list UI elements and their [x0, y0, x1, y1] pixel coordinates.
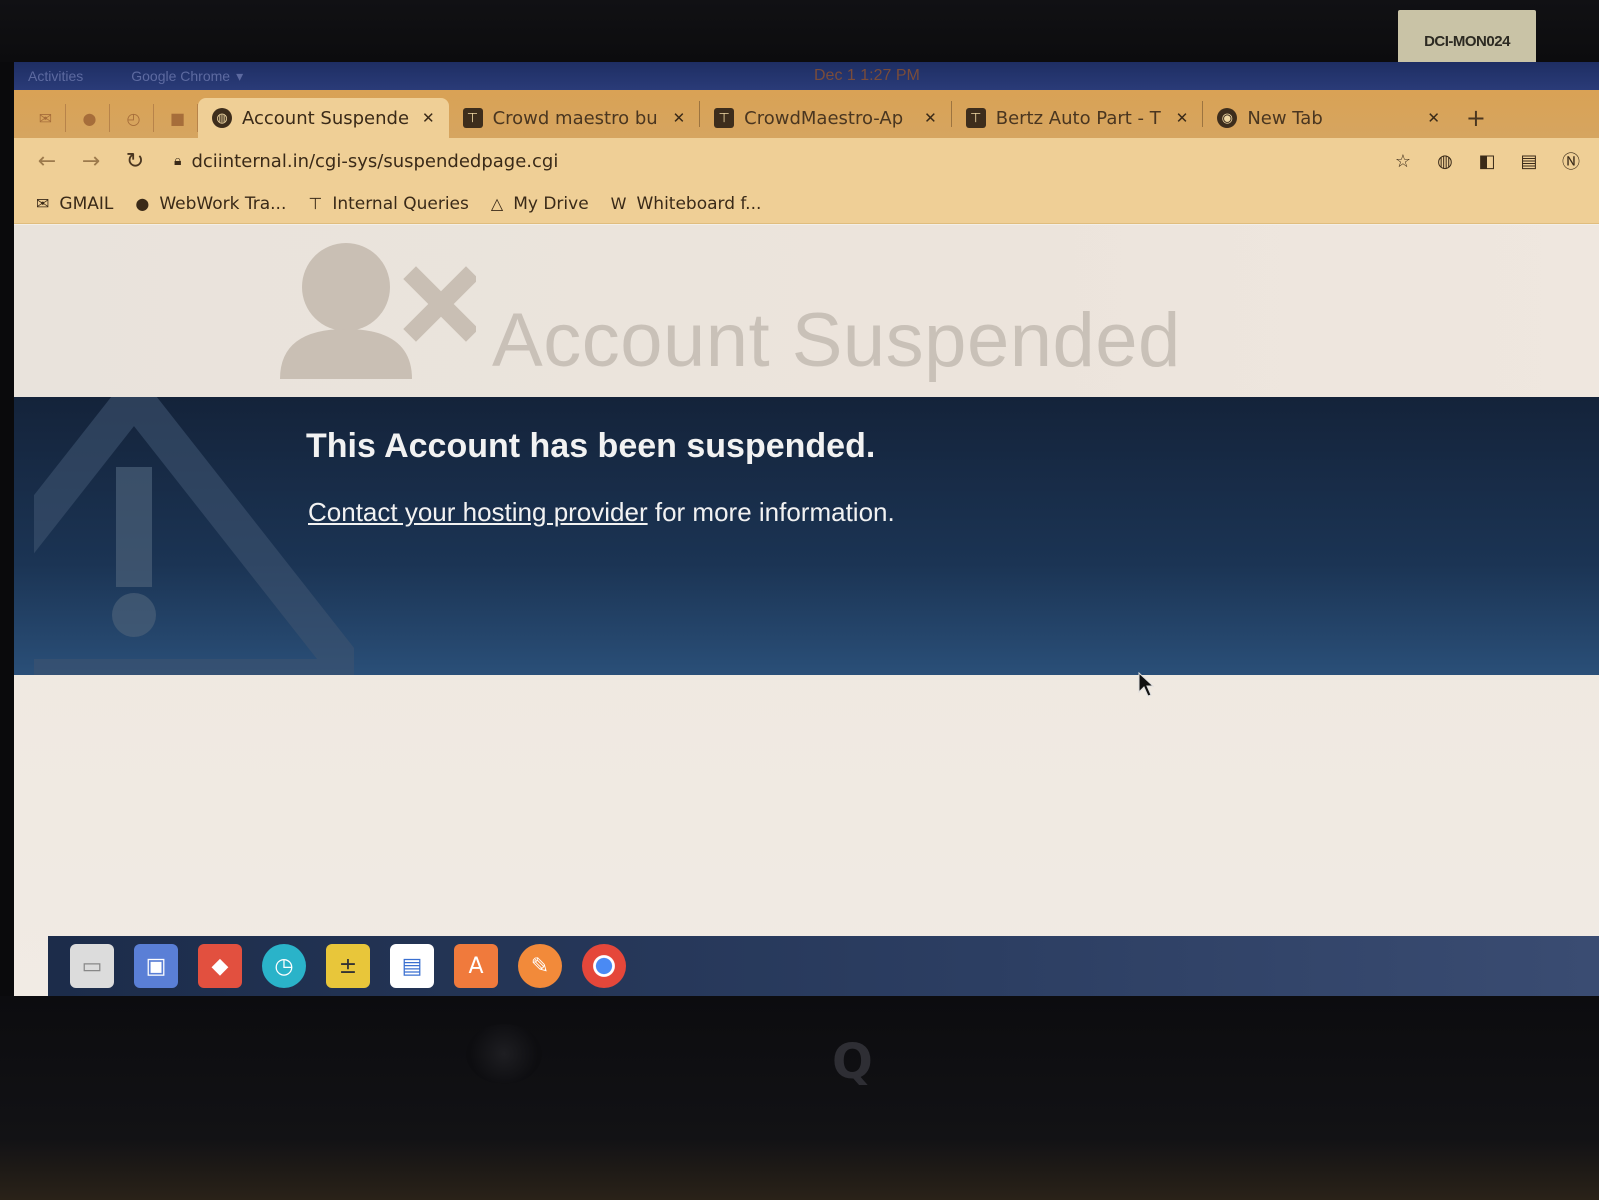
app-menu[interactable]: Google Chrome ▾	[131, 68, 243, 85]
chrome-icon[interactable]	[582, 944, 626, 988]
page-content: Account Suspended This Account has been …	[14, 225, 1599, 1016]
bookmark-label: GMAIL	[59, 193, 114, 214]
monitor-bezel-bottom	[0, 996, 1599, 1200]
screen: Activities Google Chrome ▾ Dec 1 1:27 PM…	[14, 62, 1599, 1016]
info-suffix: for more information.	[647, 497, 895, 527]
document-viewer-icon[interactable]: ▤	[390, 944, 434, 988]
toolbar-actions: ☆ ◍ ◧ ▤ Ⓝ	[1391, 148, 1583, 174]
activities-button[interactable]: Activities	[28, 68, 83, 84]
bookmarks-bar: ✉ GMAIL ● WebWork Tra... ⊤ Internal Quer…	[14, 184, 1599, 224]
drive-icon: △	[490, 194, 504, 213]
suspended-heading: This Account has been suspended.	[306, 427, 876, 465]
bookmark-label: My Drive	[513, 193, 589, 214]
bookmark-my-drive[interactable]: △ My Drive	[491, 194, 589, 214]
calculator-icon[interactable]: ±	[326, 944, 370, 988]
tab-new-tab[interactable]: ◉ New Tab ✕	[1203, 98, 1454, 138]
software-center-icon[interactable]: A	[454, 944, 498, 988]
bookmark-internal-queries[interactable]: ⊤ Internal Queries	[308, 194, 469, 214]
brand-logo: Q	[832, 1034, 873, 1090]
pinned-tab-app[interactable]: ■	[158, 104, 198, 132]
tab-title: CrowdMaestro-Ap	[744, 107, 904, 129]
close-icon[interactable]: ✕	[1427, 109, 1440, 127]
clock-icon: ◴	[126, 108, 141, 128]
tab-strip: ✉ ● ◴ ■ ◍ Account Suspende ✕ ⊤ Crowd mae…	[14, 90, 1599, 138]
tab-account-suspended[interactable]: ◍ Account Suspende ✕	[198, 98, 449, 138]
chevron-down-icon: ▾	[236, 67, 244, 84]
tab-crowdmaestro-app[interactable]: ⊤ CrowdMaestro-Ap ✕	[700, 98, 951, 138]
crowdmaestro-icon: ⊤	[714, 108, 735, 128]
app-menu-label: Google Chrome	[131, 68, 231, 84]
bookmark-label: WebWork Tra...	[159, 193, 287, 214]
bookmark-label: Internal Queries	[332, 193, 469, 214]
close-icon[interactable]: ✕	[673, 109, 686, 127]
pinned-tab-gmail[interactable]: ✉	[26, 104, 66, 132]
tab-title: Account Suspende	[242, 107, 410, 129]
suspended-info: Contact your hosting provider for more i…	[308, 497, 895, 528]
files-icon[interactable]: ▭	[70, 944, 114, 988]
extension-n-icon[interactable]: Ⓝ	[1559, 148, 1583, 174]
dock: ▭ ▣ ◆ ◷ ± ▤ A ✎	[48, 936, 1599, 996]
extension-globe-icon[interactable]: ◍	[1433, 151, 1457, 172]
crowdmaestro-icon: ⊤	[308, 194, 323, 213]
bookmark-label: Whiteboard f...	[636, 193, 762, 214]
window-icon[interactable]: ▣	[134, 944, 178, 988]
address-bar[interactable]: 🔒︎ dciinternal.in/cgi-sys/suspendedpage.…	[174, 151, 558, 172]
plus-icon: +	[1465, 104, 1486, 132]
tab-title: New Tab	[1247, 107, 1323, 129]
contact-hosting-link[interactable]: Contact your hosting provider	[308, 497, 648, 527]
user-x-icon	[280, 243, 476, 379]
extension-translate-icon[interactable]: ◧	[1475, 151, 1499, 172]
lock-icon[interactable]: 🔒︎	[174, 153, 181, 169]
back-button[interactable]: ←	[34, 149, 60, 174]
bookmark-whiteboard[interactable]: W Whiteboard f...	[611, 194, 762, 214]
forward-button[interactable]: →	[78, 149, 104, 174]
url-text[interactable]: dciinternal.in/cgi-sys/suspendedpage.cgi	[191, 151, 558, 172]
gnome-top-bar: Activities Google Chrome ▾ Dec 1 1:27 PM	[14, 62, 1599, 90]
bookmark-webwork[interactable]: ● WebWork Tra...	[135, 194, 286, 214]
webwork-icon: ●	[82, 108, 97, 128]
editor-icon[interactable]: ✎	[518, 944, 562, 988]
globe-icon: ◍	[212, 108, 232, 128]
app-icon: ■	[169, 108, 186, 128]
clock[interactable]: Dec 1 1:27 PM	[814, 67, 920, 85]
bookmark-star-icon[interactable]: ☆	[1391, 151, 1415, 172]
whiteboard-icon: W	[610, 194, 627, 213]
tab-title: Bertz Auto Part - T	[995, 107, 1161, 129]
page-title: Account Suspended	[492, 298, 1181, 383]
pinned-tab-clock[interactable]: ◴	[114, 104, 154, 132]
page-header: Account Suspended	[14, 225, 1599, 397]
tab-bertz-auto-part[interactable]: ⊤ Bertz Auto Part - T ✕	[952, 98, 1203, 138]
anydesk-icon[interactable]: ◆	[198, 944, 242, 988]
close-icon[interactable]: ✕	[1176, 109, 1189, 127]
mouse-cursor-icon	[1138, 672, 1154, 697]
tab-title: Crowd maestro bu	[492, 107, 658, 129]
bookmark-gmail[interactable]: ✉ GMAIL	[36, 194, 113, 214]
chrome-icon: ◉	[1217, 108, 1238, 128]
new-tab-button[interactable]: +	[1454, 98, 1498, 138]
pinned-tab-webwork[interactable]: ●	[70, 104, 110, 132]
extension-clipboard-icon[interactable]: ▤	[1517, 151, 1541, 172]
clock-app-icon[interactable]: ◷	[262, 944, 306, 988]
crowdmaestro-icon: ⊤	[965, 108, 986, 128]
close-icon[interactable]: ✕	[422, 109, 435, 127]
monitor-bezel-top	[0, 0, 1599, 62]
close-icon[interactable]: ✕	[924, 109, 937, 127]
reload-button[interactable]: ↻	[122, 149, 148, 174]
browser-toolbar: ← → ↻ 🔒︎ dciinternal.in/cgi-sys/suspende…	[14, 138, 1599, 184]
crowdmaestro-icon: ⊤	[462, 108, 483, 128]
tab-crowd-maestro[interactable]: ⊤ Crowd maestro bu ✕	[449, 98, 700, 138]
webwork-icon: ●	[135, 194, 150, 213]
pinned-tabs: ✉ ● ◴ ■	[26, 98, 198, 138]
power-button	[466, 1024, 542, 1084]
suspension-banner: This Account has been suspended. Contact…	[14, 397, 1599, 675]
gmail-icon: ✉	[38, 108, 53, 128]
gmail-icon: ✉	[36, 194, 50, 213]
